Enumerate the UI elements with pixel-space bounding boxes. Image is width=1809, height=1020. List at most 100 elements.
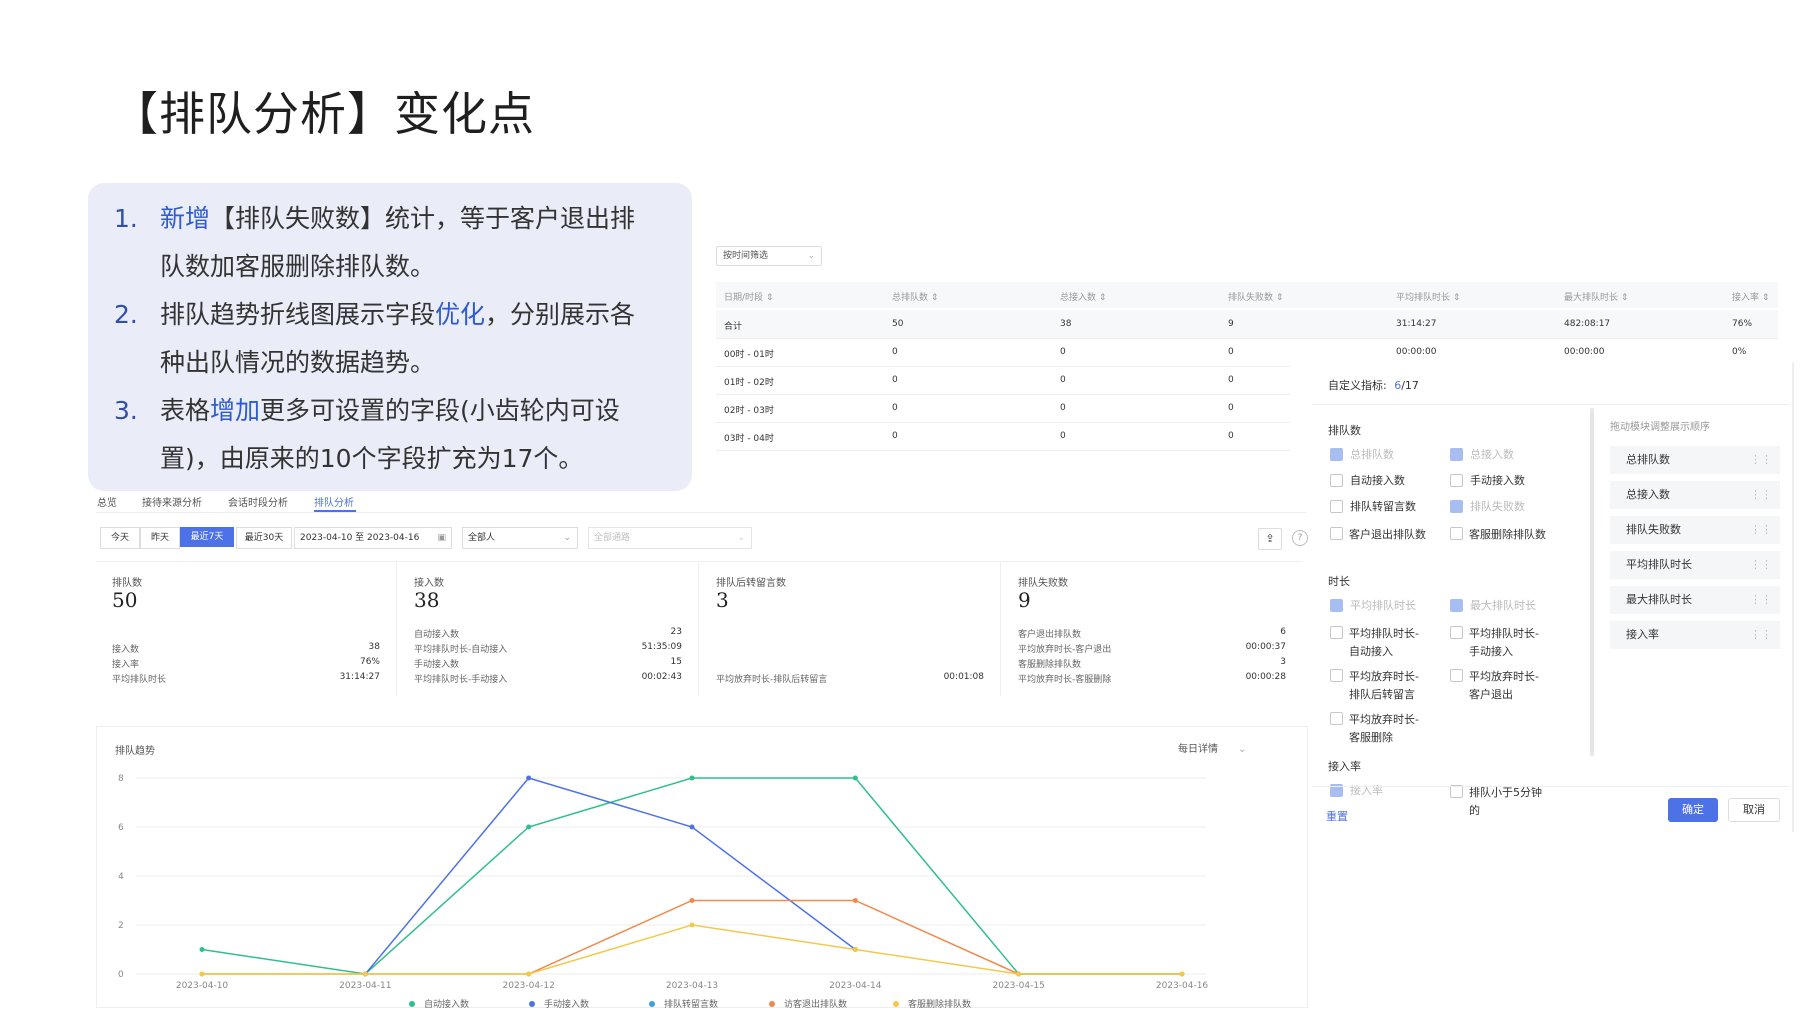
drag-handle-icon[interactable]: ⋮⋮	[1750, 586, 1772, 614]
metric-checkbox[interactable]: 平均放弃时长-排队后转留言	[1330, 666, 1426, 704]
checkbox[interactable]	[1330, 526, 1343, 540]
checkbox[interactable]	[1450, 598, 1463, 612]
metric-checkbox[interactable]: 接入率	[1330, 782, 1383, 798]
metric-label: 总排队数	[1350, 448, 1394, 461]
table-header-cell[interactable]: 排队失败数 ⇕	[1228, 290, 1283, 303]
trend-line-chart: 0 2 4 6 8 2023-04-10 2023-04-11 2023-04-12 2023-…	[118, 774, 1208, 1010]
checkbox[interactable]	[1450, 447, 1463, 461]
group-value: 全部人	[468, 533, 496, 543]
metric-checkbox[interactable]: 最大排队时长	[1450, 597, 1536, 613]
stat-card: 排队后转留言数 3 平均放弃时长-排队后转留言 00:01:08	[700, 561, 1001, 696]
table-header-cell[interactable]: 总接入数 ⇕	[1060, 290, 1106, 303]
date-range-input[interactable]: 2023-04-10 至 2023-04-16 ▣	[294, 527, 452, 549]
order-item[interactable]: 接入率 ⋮⋮	[1610, 621, 1780, 649]
metric-checkbox[interactable]: 总接入数	[1450, 446, 1514, 462]
metric-checkbox[interactable]: 平均放弃时长-客服删除	[1330, 709, 1426, 747]
checkbox[interactable]	[1330, 711, 1343, 725]
drag-handle-icon[interactable]: ⋮⋮	[1750, 516, 1772, 544]
table-cell: 00时 - 01时	[724, 350, 774, 360]
metric-checkbox[interactable]: 平均排队时长-自动接入	[1330, 623, 1426, 661]
stat-row-value: 3	[1280, 657, 1286, 667]
table-header-cell[interactable]: 总排队数 ⇕	[892, 290, 938, 303]
stat-card-value: 9	[1018, 588, 1031, 612]
checkbox[interactable]	[1330, 473, 1343, 487]
checkbox[interactable]	[1450, 526, 1463, 540]
y-tick-label: 6	[118, 823, 124, 833]
order-item[interactable]: 排队失败数 ⋮⋮	[1610, 516, 1780, 544]
drag-handle-icon[interactable]: ⋮⋮	[1750, 481, 1772, 509]
data-point	[689, 922, 695, 928]
y-tick-label: 8	[118, 774, 124, 784]
order-item[interactable]: 平均排队时长 ⋮⋮	[1610, 551, 1780, 579]
metric-label: 客户退出排队数	[1349, 528, 1426, 541]
metric-checkbox[interactable]: 平均排队时长-手动接入	[1450, 623, 1546, 661]
data-point	[689, 898, 695, 903]
change-notes-panel: 1. 新增【排队失败数】统计，等于客户退出排 队数加客服删除排队数。 2. 排队…	[88, 183, 692, 491]
confirm-button[interactable]: 确定	[1668, 798, 1718, 822]
trend-title: 排队趋势	[115, 746, 155, 757]
stat-card-value: 50	[112, 588, 138, 612]
metric-checkbox[interactable]: 排队小于5分钟的	[1450, 782, 1546, 820]
table-header-cell[interactable]: 最大排队时长 ⇕	[1564, 290, 1628, 303]
cancel-button[interactable]: 取消	[1728, 798, 1780, 822]
metric-checkbox[interactable]: 排队转留言数	[1330, 498, 1416, 514]
daily-detail-select[interactable]: 每日详情 ⌄	[1178, 740, 1246, 755]
drag-handle-icon[interactable]: ⋮⋮	[1750, 621, 1772, 649]
metric-checkbox[interactable]: 排队失败数	[1450, 498, 1525, 514]
metric-checkbox[interactable]: 客户退出排队数	[1330, 524, 1426, 544]
help-icon[interactable]: ?	[1292, 530, 1308, 546]
metric-checkbox[interactable]: 客服删除排队数	[1450, 524, 1546, 544]
order-item[interactable]: 总排队数 ⋮⋮	[1610, 446, 1780, 474]
checkbox[interactable]	[1450, 668, 1463, 682]
checkbox[interactable]	[1330, 598, 1343, 612]
tab-session-period[interactable]: 会话时段分析	[228, 494, 288, 509]
checkbox[interactable]	[1330, 447, 1343, 461]
table-header-cell[interactable]: 平均排队时长 ⇕	[1396, 290, 1460, 303]
checkbox[interactable]	[1330, 668, 1343, 682]
order-item[interactable]: 总接入数 ⋮⋮	[1610, 481, 1780, 509]
checkbox[interactable]	[1450, 499, 1463, 513]
table-header-cell[interactable]: 日期/时段 ⇕	[724, 290, 773, 303]
checkbox[interactable]	[1450, 625, 1463, 639]
y-tick-label: 2	[118, 921, 124, 931]
metric-checkbox[interactable]: 手动接入数	[1450, 472, 1525, 488]
checkbox[interactable]	[1330, 499, 1343, 513]
table-row: 合计 50 38 9 31:14:27 482:08:17 76%	[716, 310, 1778, 339]
reset-link[interactable]: 重置	[1326, 808, 1348, 824]
metric-checkbox[interactable]: 总排队数	[1330, 446, 1394, 462]
tab-queue-analysis[interactable]: 排队分析	[314, 494, 354, 509]
stat-row-label: 平均放弃时长-排队后转留言	[716, 675, 828, 685]
note-number: 3.	[114, 396, 138, 425]
tab-source-analysis[interactable]: 接待来源分析	[142, 494, 202, 509]
group-select[interactable]: 全部人 ⌄	[462, 527, 578, 549]
stat-row-value: 15	[670, 657, 682, 667]
note-text-segment: 队数加客服删除排队数。	[160, 252, 436, 281]
metric-checkbox[interactable]: 自动接入数	[1330, 472, 1405, 488]
stat-row-value: 38	[368, 642, 380, 652]
checkbox[interactable]	[1330, 625, 1343, 639]
drag-handle-icon[interactable]: ⋮⋮	[1750, 446, 1772, 474]
custom-metrics-header: 自定义指标: 6/17	[1328, 377, 1419, 393]
table-cell: 0%	[1732, 347, 1747, 357]
last-30-days-button[interactable]: 最近30天	[236, 527, 292, 549]
order-item[interactable]: 最大排队时长 ⋮⋮	[1610, 586, 1780, 614]
time-filter-select[interactable]: 按时间筛选 ⌄	[716, 246, 822, 266]
channel-select[interactable]: 全部通路 ⌄	[588, 527, 752, 549]
yesterday-button[interactable]: 昨天	[140, 527, 180, 549]
drag-handle-icon[interactable]: ⋮⋮	[1750, 551, 1772, 579]
metric-label: 最大排队时长	[1470, 599, 1536, 612]
export-icon[interactable]: ⇪	[1258, 528, 1282, 550]
legend-label: 客服删除排队数	[908, 998, 971, 1010]
today-button[interactable]: 今天	[100, 527, 140, 549]
last-7-days-button[interactable]: 最近7天	[180, 527, 234, 547]
metric-checkbox[interactable]: 平均排队时长	[1330, 597, 1416, 613]
table-cell: 00:00:00	[1564, 347, 1605, 357]
scrollbar[interactable]	[1590, 408, 1594, 756]
tab-overview[interactable]: 总览	[97, 494, 117, 509]
checkbox[interactable]	[1450, 473, 1463, 487]
table-header-cell[interactable]: 接入率 ⇕	[1732, 290, 1769, 303]
table-cell: 0	[1228, 403, 1234, 413]
metric-checkbox[interactable]: 平均放弃时长-客户退出	[1450, 666, 1546, 704]
page-title: 【排队分析】变化点	[112, 87, 535, 141]
total-count: /17	[1401, 379, 1419, 392]
